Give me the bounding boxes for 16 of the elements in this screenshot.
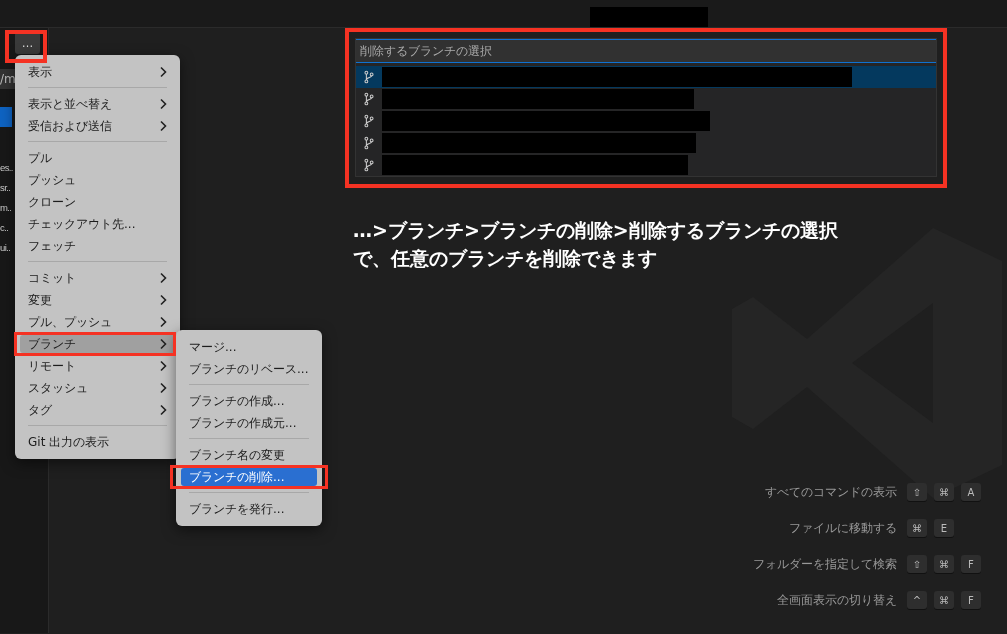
key-cap: ⌘ (907, 519, 927, 537)
key-cap: A (961, 483, 981, 501)
shortcut-label: フォルダーを指定して検索 (752, 555, 897, 573)
shortcut-label: ファイルに移動する (788, 519, 897, 537)
key-cap: ⌘ (934, 591, 954, 609)
key-cap: ⌘ (934, 555, 954, 573)
key-cap: ^ (907, 591, 927, 609)
key-cap: ⇧ (907, 483, 927, 501)
key-cap: E (934, 519, 954, 537)
shortcut-label: すべてのコマンドの表示 (764, 483, 897, 501)
key-cap: F (961, 555, 981, 573)
annotation-text: …>ブランチ>ブランチの削除>削除するブランチの選択 で、任意のブランチを削除できます (353, 218, 838, 271)
shortcut-label: 全画面表示の切り替え (776, 591, 897, 609)
key-cap: ⌘ (934, 483, 954, 501)
key-cap: ⇧ (907, 555, 927, 573)
key-cap: F (961, 591, 981, 609)
